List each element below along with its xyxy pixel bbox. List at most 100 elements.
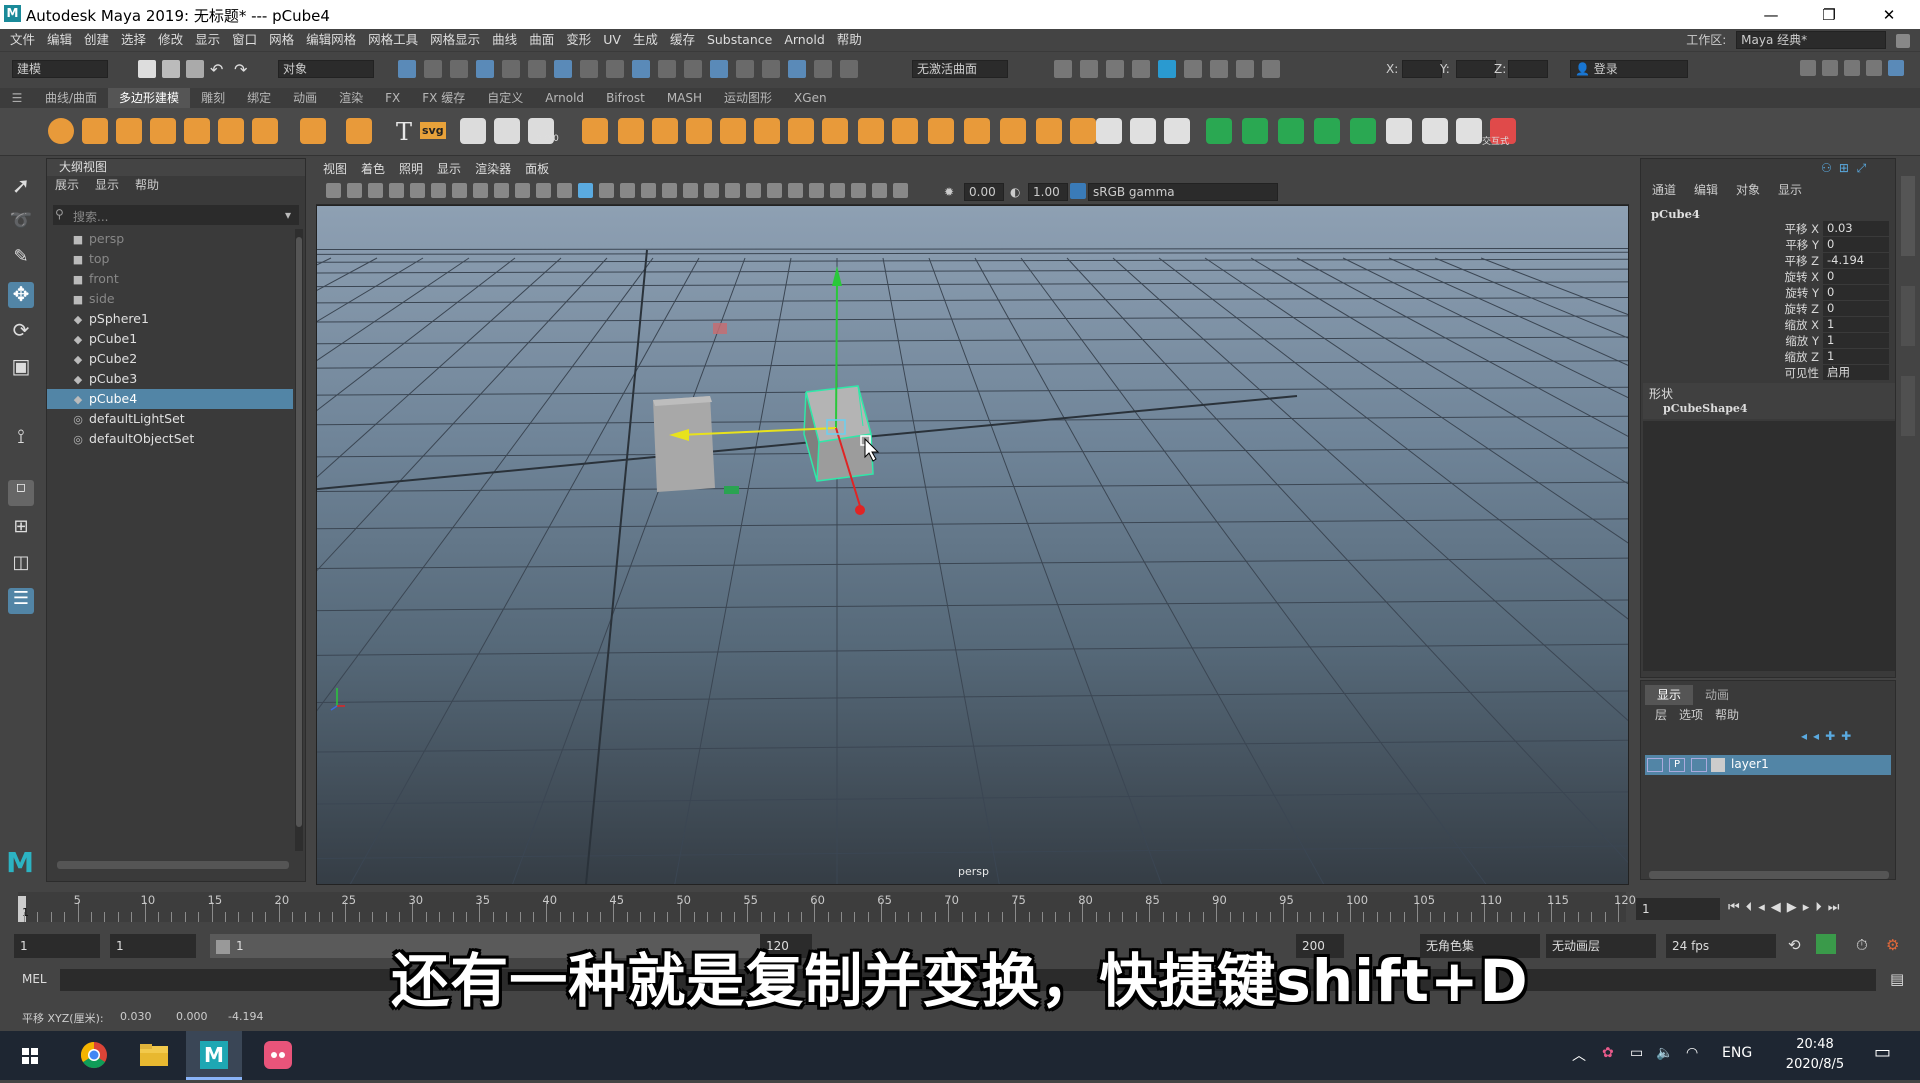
- panel-tool-icon[interactable]: [515, 183, 530, 198]
- step-back-icon[interactable]: ◂: [1758, 900, 1765, 915]
- play-forward-icon[interactable]: ▶: [1787, 900, 1797, 915]
- outliner-item[interactable]: ◆ pCube4: [47, 389, 293, 409]
- playback-start-field[interactable]: 1: [110, 934, 196, 958]
- panel-tool-icon[interactable]: [746, 183, 761, 198]
- outliner-scrollbar[interactable]: [295, 229, 303, 851]
- exposure-field[interactable]: 0.00: [964, 183, 1004, 201]
- combine-icon[interactable]: [582, 118, 608, 144]
- extrude-icon[interactable]: [892, 118, 918, 144]
- snap-surface-icon[interactable]: [580, 60, 598, 78]
- volume-icon[interactable]: 🔈: [1656, 1045, 1673, 1061]
- shelf-tab[interactable]: FX: [374, 88, 411, 108]
- undo-icon[interactable]: ↶: [210, 60, 228, 79]
- z-input[interactable]: [1508, 60, 1548, 78]
- input-icon[interactable]: [762, 60, 780, 78]
- color-management-icon[interactable]: [1070, 183, 1086, 199]
- channel-value[interactable]: 1: [1823, 333, 1889, 348]
- layer-menu-item[interactable]: 帮助: [1709, 705, 1745, 725]
- menu-item[interactable]: UV: [597, 29, 627, 51]
- channel-value[interactable]: 启用: [1823, 365, 1889, 380]
- live-surface-field[interactable]: 无激活曲面: [912, 60, 1008, 78]
- panel-tool-icon[interactable]: [494, 183, 509, 198]
- render-current-icon[interactable]: [1054, 60, 1072, 78]
- workspace-dropdown[interactable]: Maya 经典*: [1736, 31, 1887, 49]
- outliner-item[interactable]: ■ front: [47, 269, 293, 289]
- modeling-toolkit-toggle-icon[interactable]: [1866, 60, 1882, 76]
- outliner-menu-item[interactable]: 帮助: [127, 176, 167, 194]
- menu-item[interactable]: 编辑: [41, 29, 78, 51]
- snap-curve-icon[interactable]: [502, 60, 520, 78]
- remesh-icon[interactable]: [822, 118, 848, 144]
- menu-item[interactable]: 修改: [152, 29, 189, 51]
- login-dropdown[interactable]: 👤 登录: [1570, 60, 1688, 78]
- panel-tool-icon[interactable]: [893, 183, 908, 198]
- cylindrical-uv-icon[interactable]: [1278, 118, 1304, 144]
- move-tool-icon[interactable]: ✥: [8, 282, 34, 308]
- play-back-icon[interactable]: ◀: [1771, 900, 1781, 915]
- float-icon[interactable]: ⤢: [1857, 161, 1871, 176]
- channel-row[interactable]: 平移 Y 0: [1661, 237, 1891, 253]
- symmetry-icon[interactable]: [658, 60, 676, 78]
- channel-row[interactable]: 缩放 Y 1: [1661, 333, 1891, 349]
- cone-icon[interactable]: [150, 118, 176, 144]
- channel-row[interactable]: 平移 Z -4.194: [1661, 253, 1891, 269]
- output-icon[interactable]: [788, 60, 806, 78]
- target-weld-icon[interactable]: [1070, 118, 1096, 144]
- menu-item[interactable]: 创建: [78, 29, 115, 51]
- viewport-menu-item[interactable]: 照明: [392, 160, 430, 179]
- loop-icon[interactable]: ⟲: [1788, 936, 1801, 954]
- panel-tool-icon[interactable]: [767, 183, 782, 198]
- channel-box-side-tab[interactable]: [1901, 176, 1915, 256]
- attribute-editor-toggle-icon[interactable]: [1800, 60, 1816, 76]
- menu-item[interactable]: 编辑网格: [300, 29, 362, 51]
- outliner-item[interactable]: ◎ defaultLightSet: [47, 409, 293, 429]
- scale-tool-icon[interactable]: ▣: [8, 354, 34, 380]
- chrome-icon[interactable]: [66, 1031, 122, 1080]
- select-component-icon[interactable]: [450, 60, 468, 78]
- viewport-menu-item[interactable]: 面板: [518, 160, 556, 179]
- channel-value[interactable]: 0: [1823, 285, 1889, 300]
- clock-time[interactable]: 20:48: [1780, 1037, 1850, 1052]
- panel-tool-icon[interactable]: [725, 183, 740, 198]
- new-scene-icon[interactable]: [138, 60, 156, 78]
- y-input[interactable]: [1456, 60, 1496, 78]
- channel-row[interactable]: 旋转 X 0: [1661, 269, 1891, 285]
- sew-uv-icon[interactable]: [1456, 118, 1482, 144]
- outliner-item[interactable]: ■ persp: [47, 229, 293, 249]
- fill-hole-icon[interactable]: [1000, 118, 1026, 144]
- anim-prefs-icon[interactable]: ⚙: [1886, 936, 1899, 954]
- plane-icon[interactable]: [218, 118, 244, 144]
- gamma-field[interactable]: 1.00: [1028, 183, 1068, 201]
- channel-row[interactable]: 旋转 Y 0: [1661, 285, 1891, 301]
- new-layer-selected-icon[interactable]: ✚: [1841, 729, 1851, 743]
- panel-tool-icon[interactable]: [851, 183, 866, 198]
- four-pane-icon[interactable]: ⊞: [8, 516, 34, 542]
- layer-row[interactable]: P layer1: [1645, 755, 1891, 775]
- outliner-item[interactable]: ◆ pCube2: [47, 349, 293, 369]
- snap-center-icon[interactable]: [606, 60, 624, 78]
- rotate-tool-icon[interactable]: ⟳: [8, 318, 34, 344]
- viewport-menu-item[interactable]: 着色: [354, 160, 392, 179]
- select-tool-icon[interactable]: ➚: [8, 174, 34, 200]
- panel-tool-icon[interactable]: [326, 183, 341, 198]
- outliner-toggle-icon[interactable]: [1888, 60, 1904, 76]
- layer-tab[interactable]: 动画: [1693, 685, 1741, 705]
- attribute-editor-side-tab[interactable]: [1901, 376, 1915, 436]
- outliner-item[interactable]: ◎ defaultObjectSet: [47, 429, 293, 449]
- bevel-tool-icon[interactable]: [928, 118, 954, 144]
- channel-value[interactable]: 1: [1823, 317, 1889, 332]
- script-editor-icon[interactable]: ▤: [1890, 970, 1904, 988]
- paint-select-icon[interactable]: ✎: [8, 246, 34, 272]
- channel-value[interactable]: 0: [1823, 237, 1889, 252]
- maximize-button[interactable]: ❐: [1806, 2, 1852, 28]
- construct-icon[interactable]: [736, 60, 754, 78]
- notification-icon[interactable]: ▭: [1874, 1042, 1891, 1063]
- layer-menu-item[interactable]: 选项: [1673, 705, 1709, 725]
- save-scene-icon[interactable]: [186, 60, 204, 78]
- select-object-icon[interactable]: [424, 60, 442, 78]
- shelf-tab[interactable]: 动画: [282, 88, 328, 108]
- menu-item[interactable]: 显示: [189, 29, 226, 51]
- shelf-menu-icon[interactable]: ☰: [0, 91, 34, 105]
- mirror-icon[interactable]: [754, 118, 780, 144]
- tray-expand-icon[interactable]: ︿: [1572, 1045, 1586, 1065]
